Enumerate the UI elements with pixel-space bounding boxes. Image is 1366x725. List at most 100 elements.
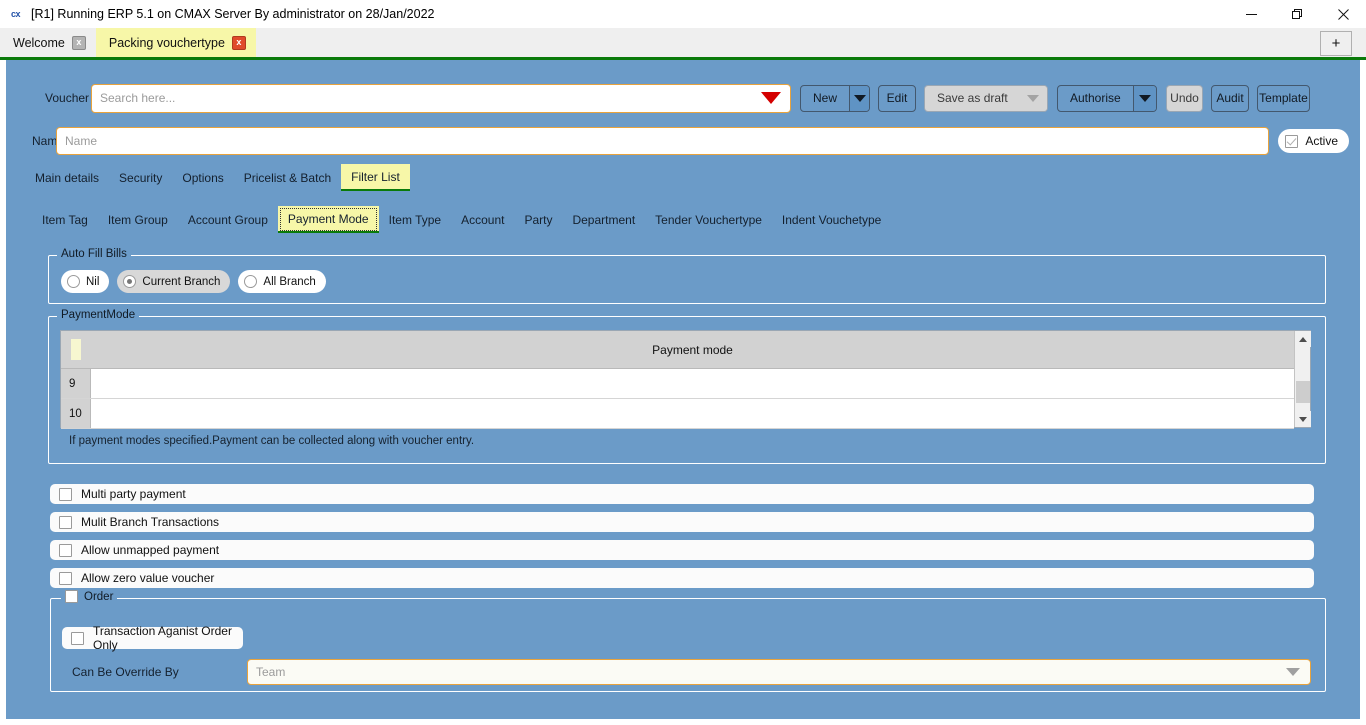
scroll-up-icon[interactable] — [1294, 331, 1311, 347]
subtab-item-tag-label: Item Tag — [42, 212, 88, 227]
close-icon[interactable] — [1320, 0, 1366, 28]
active-checkbox-box[interactable] — [1285, 134, 1299, 148]
save-as-draft-button[interactable]: Save as draft — [924, 84, 1048, 112]
tab-filter-list[interactable]: Filter List — [341, 164, 410, 191]
name-row: Name Name Active — [6, 127, 1360, 155]
grid-vertical-scrollbar[interactable] — [1294, 331, 1311, 427]
radio-current-branch[interactable]: Current Branch — [117, 270, 231, 293]
subtab-party[interactable]: Party — [514, 206, 562, 233]
radio-all-branch-label: All Branch — [263, 275, 316, 288]
checkbox-allow-zero-value-voucher-box[interactable] — [59, 571, 72, 585]
active-checkbox-label: Active — [1305, 134, 1338, 148]
subtab-account-group[interactable]: Account Group — [178, 206, 278, 233]
radio-nil[interactable]: Nil — [61, 270, 110, 293]
tab-welcome-close-icon[interactable]: x — [71, 35, 86, 50]
form-shell: Voucher Type Search here... New Edit Sav… — [0, 60, 1366, 725]
template-button[interactable]: Template — [1257, 84, 1310, 112]
payment-mode-grid-header: Payment mode — [61, 331, 1294, 369]
subtab-account[interactable]: Account — [451, 206, 514, 233]
authorise-button[interactable]: Authorise — [1057, 84, 1157, 112]
subtab-account-label: Account — [461, 212, 505, 227]
payment-mode-grid-body: Payment mode 9 10 — [61, 331, 1294, 429]
checkbox-allow-unmapped-payment[interactable]: Allow unmapped payment — [50, 540, 1314, 560]
payment-mode-grid[interactable]: Payment mode 9 10 — [60, 330, 1311, 429]
checkbox-transaction-aganist-order-only-box[interactable] — [71, 631, 84, 645]
app-logo-icon: cx — [11, 9, 21, 19]
restore-icon[interactable] — [1274, 0, 1320, 28]
save-as-draft-chevron-down-icon[interactable] — [1019, 85, 1047, 111]
checkbox-allow-zero-value-voucher[interactable]: Allow zero value voucher — [50, 568, 1314, 588]
voucher-type-search-input[interactable]: Search here... — [91, 83, 791, 113]
subtab-item-type[interactable]: Item Type — [379, 206, 451, 233]
subtab-tender-vouchertype-label: Tender Vouchertype — [655, 212, 762, 227]
radio-all-branch[interactable]: All Branch — [238, 270, 326, 293]
tab-packing-vouchertype-close-icon[interactable]: x — [231, 35, 246, 50]
radio-all-branch-dot[interactable] — [244, 275, 258, 288]
checkbox-multi-party-payment[interactable]: Multi party payment — [50, 484, 1314, 504]
row-payment-mode-cell[interactable] — [91, 369, 1294, 398]
subtab-item-group[interactable]: Item Group — [98, 206, 178, 233]
tab-main-details[interactable]: Main details — [25, 164, 109, 191]
window-titlebar: cx [R1] Running ERP 5.1 on CMAX Server B… — [0, 0, 1366, 28]
name-label: Name — [32, 134, 65, 148]
undo-button[interactable]: Undo — [1166, 84, 1203, 112]
checkbox-mulit-branch-transactions-box[interactable] — [59, 515, 72, 529]
window-controls — [1228, 0, 1366, 28]
active-checkbox[interactable]: Active — [1278, 129, 1349, 153]
checkbox-multi-party-payment-box[interactable] — [59, 487, 72, 501]
audit-button[interactable]: Audit — [1211, 84, 1249, 112]
tab-security[interactable]: Security — [109, 164, 172, 191]
radio-current-branch-label: Current Branch — [142, 275, 221, 288]
tab-pricelist-batch[interactable]: Pricelist & Batch — [234, 164, 341, 191]
checkbox-order-box[interactable] — [65, 590, 78, 603]
auto-fill-bills-options: Nil Current Branch All Branch — [49, 256, 1325, 293]
add-tab-button[interactable]: + — [1320, 31, 1352, 56]
checkbox-mulit-branch-transactions-label: Mulit Branch Transactions — [81, 515, 220, 529]
order-group-caption[interactable]: Order — [61, 590, 118, 603]
checkbox-allow-unmapped-payment-box[interactable] — [59, 543, 72, 557]
authorise-button-label: Authorise — [1070, 91, 1121, 105]
subtab-department[interactable]: Department — [562, 206, 645, 233]
checkbox-mulit-branch-transactions[interactable]: Mulit Branch Transactions — [50, 512, 1314, 532]
radio-current-branch-dot[interactable] — [123, 275, 137, 288]
chevron-down-icon[interactable] — [761, 92, 781, 104]
subtab-indent-vouchetype[interactable]: Indent Vouchetype — [772, 206, 891, 233]
can-be-override-by-select[interactable]: Team — [247, 659, 1311, 685]
table-row[interactable]: 10 — [61, 399, 1294, 429]
tab-packing-vouchertype[interactable]: Packing vouchertype x — [95, 28, 256, 57]
scrollbar-thumb[interactable] — [1295, 381, 1310, 403]
subtab-payment-mode[interactable]: Payment Mode — [277, 206, 379, 233]
edit-button[interactable]: Edit — [878, 84, 916, 112]
new-dropdown-chevron-down-icon[interactable] — [849, 85, 869, 111]
row-payment-mode-cell[interactable] — [91, 399, 1294, 428]
new-button[interactable]: New — [800, 84, 870, 112]
tab-pricelist-batch-label: Pricelist & Batch — [243, 170, 332, 185]
document-tabstrip: Welcome x Packing vouchertype x + — [0, 28, 1366, 60]
scrollbar-track[interactable] — [1295, 347, 1311, 411]
window-title: [R1] Running ERP 5.1 on CMAX Server By a… — [31, 7, 435, 21]
tab-packing-vouchertype-label: Packing vouchertype — [108, 35, 225, 50]
checkbox-transaction-aganist-order-only[interactable]: Transaction Aganist Order Only — [62, 624, 243, 652]
chevron-down-icon[interactable] — [1286, 668, 1300, 676]
minimize-icon[interactable] — [1228, 0, 1274, 28]
grid-select-all-corner[interactable] — [61, 331, 91, 368]
filter-list-sub-tab-row: Item Tag Item Group Account Group Paymen… — [32, 206, 891, 233]
can-be-override-by-placeholder: Team — [256, 665, 286, 679]
subtab-item-type-label: Item Type — [388, 212, 442, 227]
save-as-draft-label: Save as draft — [937, 91, 1008, 105]
payment-mode-column-header[interactable]: Payment mode — [91, 343, 1294, 357]
name-input[interactable]: Name — [56, 127, 1270, 155]
tab-welcome[interactable]: Welcome x — [0, 28, 96, 57]
row-number: 10 — [61, 399, 91, 428]
tab-options[interactable]: Options — [172, 164, 233, 191]
subtab-department-label: Department — [572, 212, 636, 227]
scroll-down-icon[interactable] — [1294, 411, 1311, 427]
subtab-item-tag[interactable]: Item Tag — [32, 206, 98, 233]
radio-nil-dot[interactable] — [67, 275, 80, 288]
tab-welcome-label: Welcome — [13, 35, 65, 50]
authorise-dropdown-chevron-down-icon[interactable] — [1132, 85, 1156, 111]
tab-filter-list-label: Filter List — [351, 169, 400, 184]
subtab-tender-vouchertype[interactable]: Tender Vouchertype — [645, 206, 772, 233]
table-row[interactable]: 9 — [61, 369, 1294, 399]
tab-options-label: Options — [182, 170, 224, 185]
